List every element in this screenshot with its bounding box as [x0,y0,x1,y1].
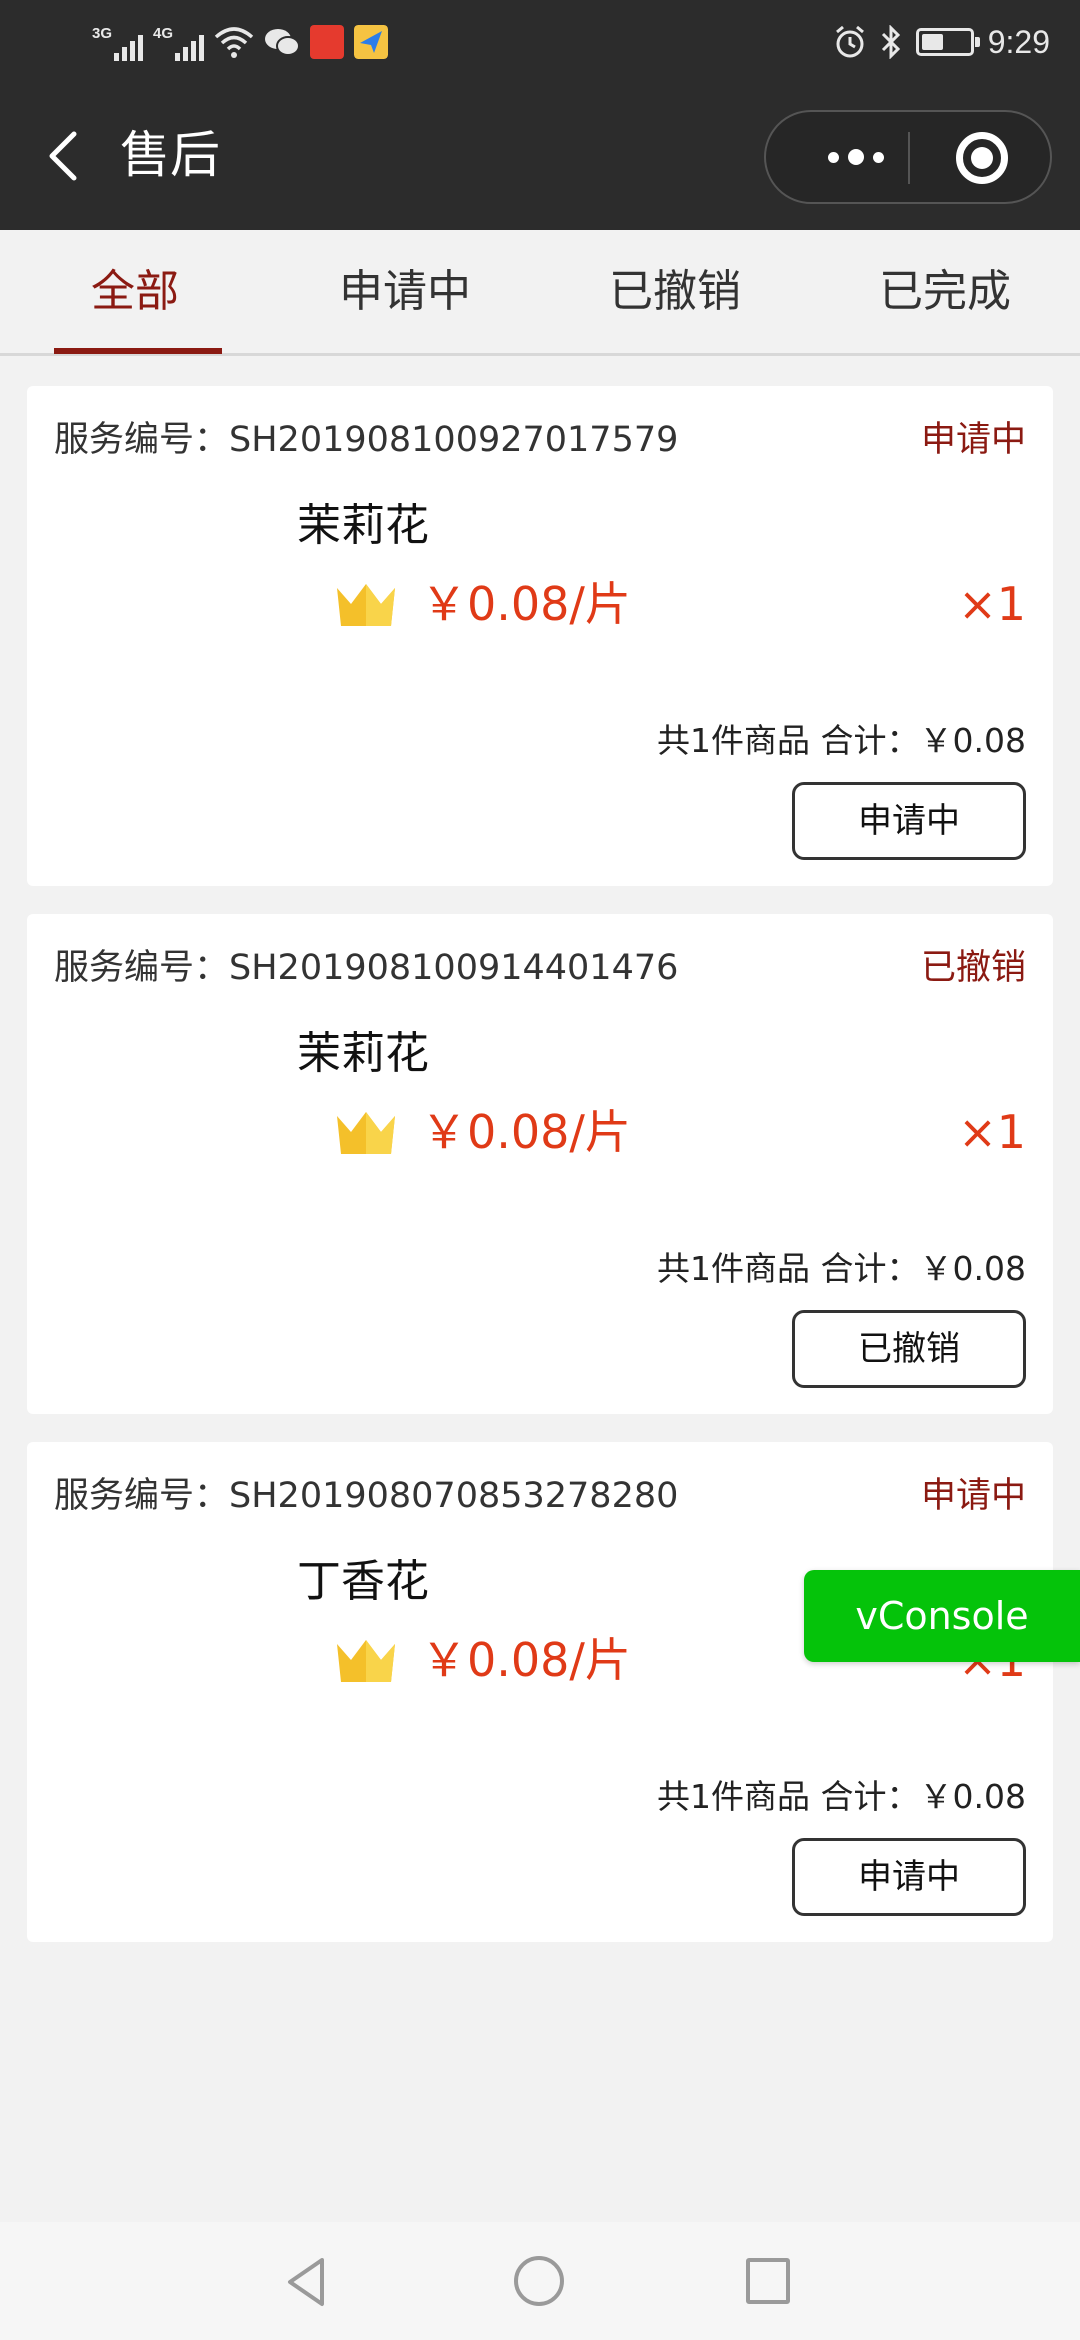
order-summary: 共1件商品 合计：￥0.08 [657,1777,1026,1816]
active-tab-indicator [54,348,222,354]
signal-1-icon: 3G [92,23,143,61]
wifi-icon [214,27,254,58]
status-bar: 3G 4G 9:29 [0,0,1080,84]
product-quantity: ×1 [958,577,1026,631]
signal-2-icon: 4G [153,23,204,61]
tab-revoked[interactable]: 已撤销 [540,230,810,356]
product-price: ￥0.08/片 [421,1633,631,1687]
product-price: ￥0.08/片 [421,577,631,631]
status-tabs: 全部 申请中 已撤销 已完成 [0,230,1080,356]
product-name: 茉莉花 [297,1028,429,1079]
order-status: 申请中 [920,420,1026,460]
product-quantity: ×1 [958,1105,1026,1159]
service-number: 服务编号：SH201908100914401476 [54,948,679,988]
service-number: 服务编号：SH201908100927017579 [54,420,679,460]
battery-icon [915,28,980,56]
back-arrow-icon[interactable] [40,126,96,186]
order-status: 申请中 [920,1476,1026,1516]
system-recents-icon[interactable] [746,2258,790,2304]
alarm-icon [835,25,864,58]
crown-icon [337,1112,395,1154]
order-card[interactable]: 服务编号：SH201908100927017579 申请中 茉莉花 ￥0.08/… [27,386,1053,886]
close-miniprogram-button[interactable] [956,132,1008,184]
tab-all[interactable]: 全部 [0,230,270,356]
order-summary: 共1件商品 合计：￥0.08 [657,1249,1026,1288]
battery-level [921,34,943,50]
system-nav-bar [0,2222,1080,2340]
nav-bar: 售后 [0,84,1080,230]
service-number: 服务编号：SH201908070853278280 [54,1476,679,1516]
tab-applying[interactable]: 申请中 [270,230,540,356]
signal-2-label: 4G [153,25,174,42]
crown-icon [337,584,395,626]
more-menu-button[interactable] [806,112,906,202]
map-app-icon [354,25,388,59]
bluetooth-icon [881,25,900,59]
order-status-button[interactable]: 申请中 [792,1838,1026,1916]
crown-icon [337,1640,395,1682]
miniprogram-capsule [764,110,1052,204]
tab-completed[interactable]: 已完成 [810,230,1080,356]
status-time: 9:29 [987,23,1050,60]
page-title: 售后 [120,126,220,184]
order-status: 已撤销 [920,948,1026,988]
order-status-button[interactable]: 申请中 [792,782,1026,860]
app-notification-icon [310,25,344,59]
status-left-icons: 3G 4G [92,18,388,66]
product-price: ￥0.08/片 [421,1105,631,1159]
product-name: 茉莉花 [297,500,429,551]
order-summary: 共1件商品 合计：￥0.08 [657,721,1026,760]
vconsole-button[interactable]: vConsole [804,1570,1080,1662]
system-home-icon[interactable] [514,2256,564,2306]
order-card[interactable]: 服务编号：SH201908100914401476 已撤销 茉莉花 ￥0.08/… [27,914,1053,1414]
capsule-divider [908,132,910,184]
system-back-icon[interactable] [282,2256,332,2308]
order-status-button[interactable]: 已撤销 [792,1310,1026,1388]
wechat-icon [265,29,300,56]
status-right-icons: 9:29 [834,18,1050,66]
order-card[interactable]: 服务编号：SH201908070853278280 申请中 丁香花 ￥0.08/… [27,1442,1053,1942]
product-name: 丁香花 [297,1556,429,1607]
signal-1-label: 3G [92,25,113,42]
